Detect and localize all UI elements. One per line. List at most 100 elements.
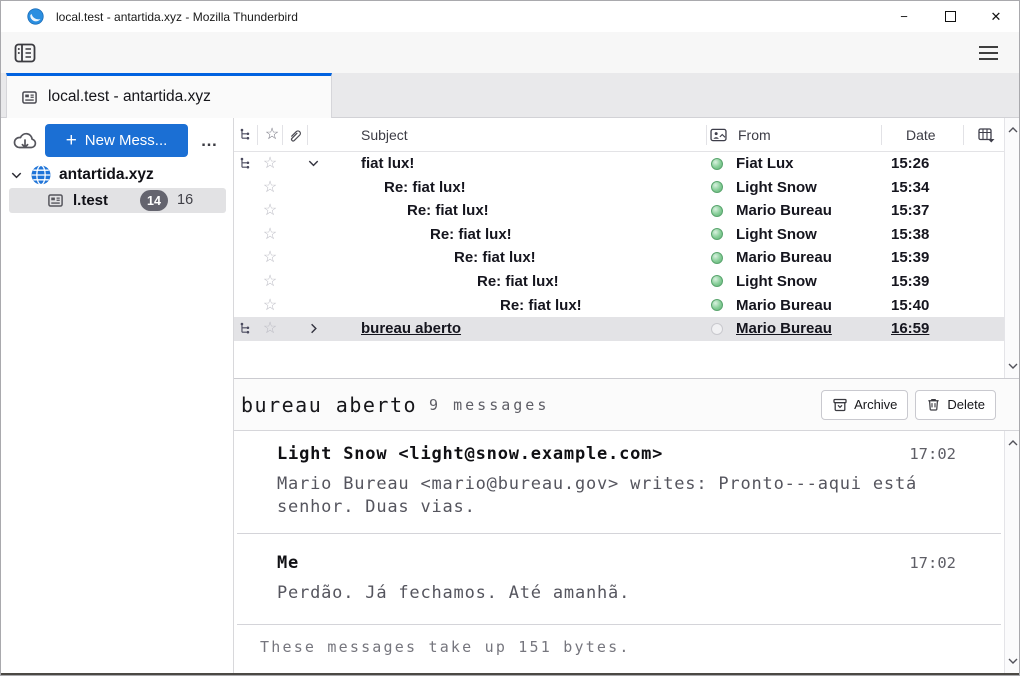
thread-column-icon[interactable] xyxy=(239,128,252,141)
message-sender: Me xyxy=(277,553,299,573)
scroll-up-button[interactable] xyxy=(1005,435,1020,451)
titlebar: local.test - antartida.xyz - Mozilla Thu… xyxy=(1,1,1019,32)
plus-icon: + xyxy=(66,131,77,150)
newspaper-icon xyxy=(47,192,64,209)
unread-dot[interactable] xyxy=(711,181,723,193)
date-cell: 15:38 xyxy=(891,223,929,247)
sidebar-folder-ltest[interactable]: l.test 14 16 xyxy=(9,188,226,213)
message-list: ☆ fiat lux! Fiat Lux 15:26 ☆ Re: fiat lu… xyxy=(234,152,1004,341)
star-icon[interactable]: ☆ xyxy=(260,294,280,318)
message-row[interactable]: ☆ Re: fiat lux! Mario Bureau 15:40 xyxy=(234,294,1004,318)
delete-button[interactable]: Delete xyxy=(915,390,996,420)
date-cell: 16:59 xyxy=(891,317,929,341)
subject-cell: Re: fiat lux! xyxy=(384,176,466,200)
folder-pane-options-button[interactable]: … xyxy=(192,124,228,157)
window-title: local.test - antartida.xyz - Mozilla Thu… xyxy=(56,10,298,24)
date-cell: 15:39 xyxy=(891,246,929,270)
app-menu-button[interactable] xyxy=(971,38,1005,68)
chevron-down-icon[interactable] xyxy=(9,168,24,183)
unread-dot[interactable] xyxy=(711,228,723,240)
star-icon[interactable]: ☆ xyxy=(260,223,280,247)
close-button[interactable]: ✕ xyxy=(973,1,1019,32)
subject-cell: bureau aberto xyxy=(361,317,461,341)
message-pane: Light Snow <light@snow.example.com> 17:0… xyxy=(234,431,1004,673)
message-row[interactable]: ☆ fiat lux! Fiat Lux 15:26 xyxy=(234,152,1004,176)
star-column-icon[interactable]: ☆ xyxy=(262,118,282,152)
star-icon[interactable]: ☆ xyxy=(260,317,280,341)
scroll-up-button[interactable] xyxy=(1005,122,1020,138)
message-row[interactable]: ☆ Re: fiat lux! Mario Bureau 15:39 xyxy=(234,246,1004,270)
message-row[interactable]: ☆ Re: fiat lux! Light Snow 15:38 xyxy=(234,223,1004,247)
date-cell: 15:40 xyxy=(891,294,929,318)
unread-dot[interactable] xyxy=(711,275,723,287)
trash-icon xyxy=(926,397,941,412)
unread-dot[interactable] xyxy=(711,299,723,311)
account-row-antartida[interactable]: antartida.xyz xyxy=(1,162,234,188)
thread-subject: bureau aberto xyxy=(241,393,417,417)
thunderbird-window: local.test - antartida.xyz - Mozilla Thu… xyxy=(0,0,1020,676)
message-pane-scrollbar[interactable] xyxy=(1004,431,1020,673)
message-sender: Light Snow <light@snow.example.com> xyxy=(277,444,663,464)
unread-dot[interactable] xyxy=(711,252,723,264)
message-row-selected[interactable]: ☆ bureau aberto Mario Bureau 16:59 xyxy=(234,317,1004,341)
subject-cell: Re: fiat lux! xyxy=(407,199,489,223)
thunderbird-logo-icon xyxy=(27,8,44,25)
get-messages-button[interactable] xyxy=(9,126,41,156)
date-cell: 15:34 xyxy=(891,176,929,200)
date-column-header[interactable]: Date xyxy=(906,118,936,152)
star-icon[interactable]: ☆ xyxy=(260,199,280,223)
chevron-up-icon xyxy=(1008,440,1018,446)
chevron-down-icon xyxy=(1008,363,1018,369)
column-picker-icon[interactable] xyxy=(978,128,995,143)
subject-cell: Re: fiat lux! xyxy=(430,223,512,247)
message-item[interactable]: Light Snow <light@snow.example.com> 17:0… xyxy=(234,431,1004,533)
total-count: 16 xyxy=(177,188,193,213)
folder-pane: + New Mess... … antartida.xyz xyxy=(1,118,234,673)
star-icon[interactable]: ☆ xyxy=(260,152,280,176)
scroll-down-button[interactable] xyxy=(1005,358,1020,374)
archive-button[interactable]: Archive xyxy=(821,390,908,420)
message-body: Perdão. Já fechamos. Até amanhã. xyxy=(277,582,956,605)
thread-pane-scrollbar[interactable] xyxy=(1004,118,1020,378)
scroll-down-button[interactable] xyxy=(1005,653,1020,669)
archive-label: Archive xyxy=(854,397,897,412)
from-cell: Light Snow xyxy=(736,270,817,294)
newspaper-icon xyxy=(21,89,38,106)
message-divider xyxy=(237,624,1001,625)
tab-local-test[interactable]: local.test - antartida.xyz xyxy=(6,73,332,118)
column-separator xyxy=(706,125,707,145)
message-row[interactable]: ☆ Re: fiat lux! Mario Bureau 15:37 xyxy=(234,199,1004,223)
date-cell: 15:26 xyxy=(891,152,929,176)
from-cell: Mario Bureau xyxy=(736,294,832,318)
star-icon[interactable]: ☆ xyxy=(260,270,280,294)
unread-dot[interactable] xyxy=(711,205,723,217)
column-separator xyxy=(963,125,964,145)
thread-pane: ☆ Subject From Date xyxy=(234,118,1004,378)
message-header: Me 17:02 xyxy=(277,553,956,573)
star-icon[interactable]: ☆ xyxy=(260,246,280,270)
chevron-down-icon xyxy=(1008,658,1018,664)
star-icon[interactable]: ☆ xyxy=(260,176,280,200)
thread-icon xyxy=(239,322,252,335)
subject-column-header[interactable]: Subject xyxy=(361,118,408,152)
unread-dot[interactable] xyxy=(711,158,723,170)
attachment-column-icon[interactable] xyxy=(287,128,302,143)
message-row[interactable]: ☆ Re: fiat lux! Light Snow 15:34 xyxy=(234,176,1004,200)
maximize-button[interactable] xyxy=(927,1,973,32)
from-column-header[interactable]: From xyxy=(738,118,771,152)
new-message-button[interactable]: + New Mess... xyxy=(45,124,188,157)
expand-thread-icon[interactable] xyxy=(306,321,321,336)
collapse-thread-icon[interactable] xyxy=(306,156,321,171)
subject-cell: fiat lux! xyxy=(361,152,414,176)
thread-column-header: ☆ Subject From Date xyxy=(234,118,1004,152)
read-dot[interactable] xyxy=(711,323,723,335)
size-summary: These messages take up 151 bytes. xyxy=(260,638,1004,656)
cloud-download-icon xyxy=(12,130,38,152)
from-cell: Mario Bureau xyxy=(736,199,832,223)
message-item[interactable]: Me 17:02 Perdão. Já fechamos. Até amanhã… xyxy=(234,534,1004,624)
correspondents-column-icon[interactable] xyxy=(710,128,727,142)
spaces-toggle-button[interactable] xyxy=(9,38,41,68)
minimize-button[interactable]: − xyxy=(881,1,927,32)
tab-bar: local.test - antartida.xyz xyxy=(1,73,1019,118)
message-row[interactable]: ☆ Re: fiat lux! Light Snow 15:39 xyxy=(234,270,1004,294)
